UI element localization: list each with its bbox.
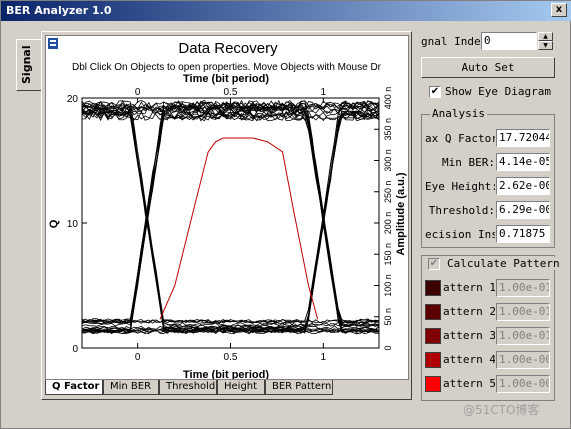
top-axis-label: Time (bit period) — [183, 73, 269, 85]
bottom-axis-label: Time (bit period) — [183, 369, 269, 379]
title-bar: BER Analyzer 1.0 x — [1, 1, 571, 21]
threshold-value: 6.29e-008 — [496, 201, 550, 219]
right-y-tick-label: 350 n — [383, 118, 393, 141]
plot-subtitle: Dbl Click On Objects to open properties.… — [72, 62, 382, 73]
pattern-4-input[interactable]: 1.00e-009 — [496, 351, 550, 369]
eye-trace — [81, 110, 380, 333]
eye-height-value: 2.62e-007 — [496, 177, 550, 195]
min-ber-label: Min BER: — [442, 156, 495, 169]
plot-title: Data Recovery — [178, 40, 278, 57]
tab-signal[interactable]: Signal — [16, 39, 42, 91]
signal-index-input[interactable]: 0 — [481, 32, 537, 50]
plot-area[interactable]: Data Recovery Dbl Click On Objects to op… — [45, 35, 409, 380]
bottom-x-tick-label: 1 — [321, 352, 327, 363]
top-x-tick-label: 1 — [321, 87, 327, 98]
pattern-1-label: attern 1 — [443, 281, 495, 294]
pattern-3-swatch[interactable] — [425, 328, 441, 344]
eye-traces — [81, 99, 380, 335]
bottom-x-tick-label: 0 — [135, 352, 141, 363]
pattern-1-input[interactable]: 1.00e-012 — [496, 279, 550, 297]
max-q-factor-value: 17.72044 — [496, 129, 550, 147]
left-y-tick-label: 20 — [67, 94, 79, 105]
decision-inst-value: 0.71875 — [496, 225, 550, 243]
pattern-2-swatch[interactable] — [425, 304, 441, 320]
eye-trace — [81, 110, 380, 333]
pattern-5-input[interactable]: 1.00e-008 — [496, 375, 550, 393]
pattern-5-label: attern 5 — [443, 377, 495, 390]
top-x-tick-label: 0.5 — [224, 87, 238, 98]
min-ber-value: 4.14e-056 — [496, 153, 550, 171]
eye-height-label: Eye Height: — [425, 180, 495, 193]
close-button[interactable]: x — [551, 3, 567, 17]
bottom-x-tick-label: 0.5 — [224, 352, 238, 363]
pattern-4-label: attern 4 — [443, 353, 495, 366]
tab-ber-pattern[interactable]: BER Pattern — [265, 380, 333, 395]
tab-height[interactable]: Height — [217, 380, 265, 395]
eye-diagram-chart[interactable]: Data Recovery Dbl Click On Objects to op… — [46, 36, 408, 379]
decision-inst-label: ecision Inst — [425, 228, 495, 241]
calculate-pattern-checkbox[interactable]: ✔ — [428, 258, 440, 270]
max-q-factor-label: ax Q Factor — [425, 132, 495, 145]
left-axis-label: Q — [48, 219, 60, 228]
main-window: BER Analyzer 1.0 x Signal Data Recovery … — [0, 0, 571, 429]
left-y-tick-label: 0 — [72, 344, 78, 355]
show-eye-label: Show Eye Diagram — [445, 85, 551, 98]
plot-tabs: Q Factor Min BER Threshold Height BER Pa… — [45, 380, 409, 396]
right-y-tick-label: 250 n — [383, 180, 393, 203]
q-factor-series — [159, 137, 319, 320]
right-y-tick-label: 50 n — [383, 308, 393, 326]
pattern-3-input[interactable]: 1.00e-010 — [496, 327, 550, 345]
spin-down-icon[interactable]: ▼ — [538, 41, 553, 50]
panel-icon — [48, 38, 58, 49]
right-y-tick-label: 200 n — [383, 212, 393, 235]
right-y-tick-label: 400 n — [383, 87, 393, 110]
calculate-pattern-label: Calculate Pattern — [445, 257, 562, 270]
pattern-5-swatch[interactable] — [425, 376, 441, 392]
tab-signal-label: Signal — [20, 45, 33, 84]
watermark: @51CTO博客 — [463, 403, 540, 417]
auto-set-button[interactable]: Auto Set — [421, 57, 555, 78]
right-y-tick-label: 150 n — [383, 243, 393, 266]
analysis-title: Analysis — [430, 107, 487, 120]
top-x-tick-label: 0 — [135, 87, 141, 98]
right-y-tick-label: 0 — [383, 345, 393, 350]
tab-threshold[interactable]: Threshold — [159, 380, 217, 395]
window-title: BER Analyzer 1.0 — [6, 4, 112, 17]
plot-frame — [81, 97, 380, 349]
pattern-3-label: attern 3 — [443, 329, 495, 342]
q-factor-line — [252, 137, 319, 320]
right-y-tick-label: 300 n — [383, 149, 393, 172]
spin-up-icon[interactable]: ▲ — [538, 32, 553, 41]
pattern-2-label: attern 2 — [443, 305, 495, 318]
pattern-1-swatch[interactable] — [425, 280, 441, 296]
pattern-2-input[interactable]: 1.00e-011 — [496, 303, 550, 321]
q-factor-line — [159, 137, 224, 320]
tab-min-ber[interactable]: Min BER — [103, 380, 159, 395]
show-eye-checkbox[interactable]: ✔ — [429, 86, 441, 98]
pattern-4-swatch[interactable] — [425, 352, 441, 368]
right-y-tick-label: 100 n — [383, 274, 393, 297]
tab-q-factor[interactable]: Q Factor — [45, 380, 103, 395]
threshold-label: Threshold: — [428, 204, 495, 217]
signal-index-label: gnal Inde — [421, 35, 481, 48]
left-y-tick-label: 10 — [67, 219, 79, 230]
right-axis-label: Amplitude (a.u.) — [395, 172, 407, 255]
